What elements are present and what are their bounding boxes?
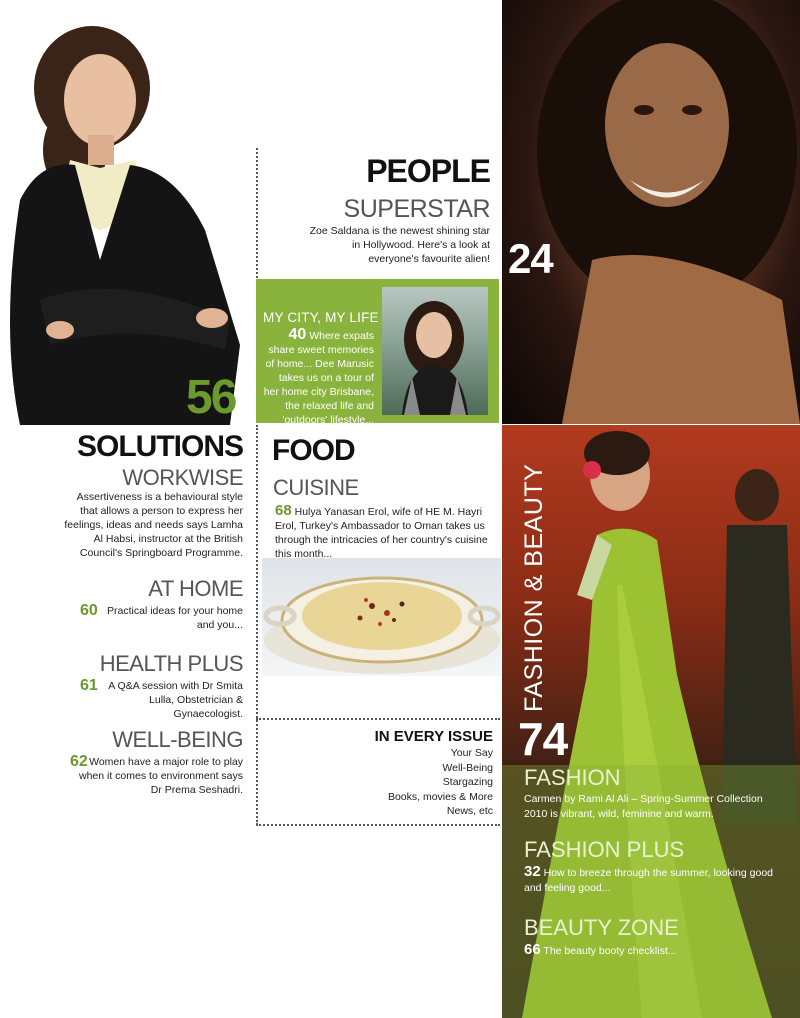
every-issue-title: IN EVERY ISSUE bbox=[374, 728, 493, 745]
at-home-text: Practical ideas for your home and you... bbox=[107, 605, 243, 631]
cuisine-page-number: 68 bbox=[275, 502, 292, 519]
cuisine-block: 68 Hulya Yanasan Erol, wife of HE M. Hay… bbox=[275, 502, 497, 561]
food-heading: FOOD bbox=[272, 434, 356, 467]
cuisine-title: CUISINE bbox=[273, 475, 359, 500]
every-issue-list: Your Say Well-Being Stargazing Books, mo… bbox=[300, 746, 493, 819]
every-issue-item: Stargazing bbox=[442, 776, 493, 788]
my-city-page-number: 40 bbox=[288, 326, 307, 343]
every-issue-item: Books, movies & More bbox=[387, 790, 493, 803]
beauty-zone-page-number: 66 bbox=[524, 941, 541, 958]
superstar-text: Zoe Saldana is the newest shining star i… bbox=[309, 225, 490, 265]
divider-vertical-top bbox=[256, 148, 258, 278]
every-issue-item: Your Say bbox=[450, 747, 493, 759]
at-home-block: 60 Practical ideas for your home and you… bbox=[80, 602, 243, 632]
at-home-title: AT HOME bbox=[148, 576, 243, 601]
at-home-page-number: 60 bbox=[80, 602, 98, 619]
fashion-plus-page-number: 32 bbox=[524, 863, 541, 880]
food-photo bbox=[262, 558, 501, 676]
my-city-photo bbox=[382, 287, 488, 415]
health-plus-title: HEALTH PLUS bbox=[99, 651, 244, 676]
fashion-title: FASHION bbox=[524, 765, 621, 790]
fashion-beauty-vertical-heading: FASHION & BEAUTY bbox=[520, 463, 548, 712]
health-plus-block: 61 A Q&A session with Dr Smita Lulla, Ob… bbox=[80, 677, 243, 721]
well-being-block: 62 Women have a major role to play when … bbox=[70, 753, 243, 797]
fashion-plus-section: FASHION PLUS 32 How to breeze through th… bbox=[524, 838, 784, 896]
solutions-heading: SOLUTIONS bbox=[76, 430, 244, 463]
people-page-number: 24 bbox=[508, 235, 554, 282]
people-heading: PEOPLE bbox=[366, 153, 491, 189]
health-plus-text: A Q&A session with Dr Smita Lulla, Obste… bbox=[108, 680, 243, 720]
beauty-zone-section: BEAUTY ZONE 66 The beauty booty checklis… bbox=[524, 916, 784, 959]
solutions-photo bbox=[0, 0, 250, 425]
my-city-text: Where expats share sweet memories of hom… bbox=[263, 330, 374, 426]
workwise-title: WORKWISE bbox=[122, 465, 243, 490]
divider-vertical-middle bbox=[256, 425, 258, 825]
well-being-text: Women have a major role to play when it … bbox=[79, 756, 243, 796]
workwise-text: Assertiveness is a behavioural style tha… bbox=[64, 491, 243, 559]
well-being-page-number: 62 bbox=[70, 753, 88, 770]
superstar-title: SUPERSTAR bbox=[343, 195, 491, 223]
fashion-plus-title: FASHION PLUS bbox=[524, 837, 685, 862]
divider-horizontal-issue bbox=[256, 718, 500, 720]
well-being-title: WELL-BEING bbox=[112, 727, 243, 752]
my-city-text-block: 40 Where expats share sweet memories of … bbox=[261, 326, 374, 427]
my-city-title: MY CITY, MY LIFE bbox=[263, 310, 379, 325]
fashion-plus-text: How to breeze through the summer, lookin… bbox=[524, 867, 773, 894]
people-photo bbox=[502, 0, 800, 424]
divider-horizontal-bottom bbox=[256, 824, 500, 826]
beauty-zone-title: BEAUTY ZONE bbox=[524, 915, 679, 940]
every-issue-item: News, etc bbox=[446, 805, 493, 817]
fashion-text: Carmen by Rami Al Ali – Spring-Summer Co… bbox=[524, 793, 763, 820]
solutions-page-number: 56 bbox=[186, 371, 237, 424]
health-plus-page-number: 61 bbox=[80, 677, 98, 694]
beauty-zone-text: The beauty booty checklist... bbox=[543, 945, 677, 957]
cuisine-text: Hulya Yanasan Erol, wife of HE M. Hayri … bbox=[275, 506, 488, 560]
fashion-section: FASHION Carmen by Rami Al Ali – Spring-S… bbox=[524, 766, 784, 822]
every-issue-item: Well-Being bbox=[442, 761, 493, 774]
fashion-page-number: 74 bbox=[518, 713, 568, 765]
